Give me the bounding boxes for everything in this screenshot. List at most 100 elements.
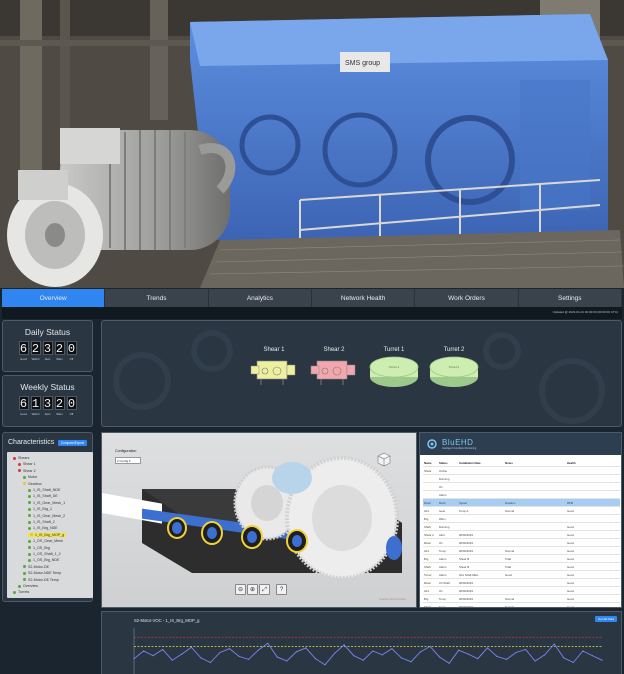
table-cell: Motor <box>439 500 447 505</box>
tree-node[interactable]: Shears <box>13 456 29 460</box>
tree-node[interactable]: Motor <box>23 475 37 479</box>
machine-turret-1[interactable]: Turret 1 Turret 1 <box>367 347 421 394</box>
status-dot-icon <box>13 456 16 460</box>
machine-shear-1[interactable]: Shear 1 <box>247 347 301 394</box>
table-row[interactable]: Shear Online <box>423 467 620 475</box>
data-point <box>419 651 422 653</box>
tree-node[interactable]: Shear 1 <box>18 462 36 466</box>
fit-view-icon[interactable]: ⤢ <box>259 584 270 595</box>
table-row[interactable]: Motor Ch Shaft 00/00/2022 Good <box>423 579 620 587</box>
status-dot-icon <box>13 590 16 594</box>
tree-node-label: 1_IS_Shaft_NDE <box>33 488 61 492</box>
table-row[interactable]: Shaft Running Good <box>423 523 620 531</box>
tab-settings[interactable]: Settings <box>519 289 622 307</box>
tab-trends[interactable]: Trends <box>105 289 209 307</box>
table-row[interactable]: Shaft Temp 00/00/2022 Normal Good <box>423 603 620 608</box>
weekly-status-labels: Good Watch Alert Warn Off <box>3 412 92 416</box>
tab-analytics[interactable]: Analytics <box>209 289 312 307</box>
zoom-in-icon[interactable]: ⊕ <box>247 584 258 595</box>
tree-node[interactable]: Gearbox <box>23 482 42 486</box>
tree-node[interactable]: 1_IS_Gear_Mesh_2 <box>28 514 65 518</box>
table-row[interactable]: Shaft Alarm Shear B Tidal Good <box>423 563 620 571</box>
table-cell: Turret <box>424 572 432 577</box>
data-point <box>276 656 278 658</box>
tree-node[interactable]: S2-Motor-DE Temp <box>23 578 59 582</box>
viewer-toolbar: ⊖ ⊕ ⤢? <box>235 584 287 595</box>
viewer-watermark: Gearbox Model Preview <box>379 598 406 601</box>
model-viewer[interactable]: Configuration 2 Config ▾ ⊖ ⊕ ⤢ ? Gearbox… <box>101 432 417 608</box>
tree-node[interactable]: Shear 2 <box>18 469 36 473</box>
tree-node[interactable]: 1_IS_Shaft_NDE <box>28 488 60 492</box>
status-dot-icon <box>28 514 31 518</box>
table-cell: Gbx <box>424 548 430 553</box>
tree-node[interactable]: 1_IS_Brg_NDE <box>28 526 58 530</box>
tab-work-orders[interactable]: Work Orders <box>415 289 519 307</box>
tree-node[interactable]: 1_IS_Gear_Mesh_1 <box>28 501 65 505</box>
status-dot-icon <box>23 482 26 486</box>
tree-node[interactable]: 1_OS_Gear_Mesh <box>28 539 63 543</box>
table-cell: On <box>439 588 443 593</box>
weekly-status-label: Good <box>20 412 27 416</box>
tree-node[interactable]: S2-Motor-NDE Temp <box>23 571 61 575</box>
table-row[interactable]: Gbx Temp 00/00/2022 Normal Good <box>423 547 620 555</box>
table-cell: Alarm <box>439 492 447 497</box>
machine-shear-2[interactable]: Shear 2 <box>307 347 361 394</box>
table-cell: Rotation <box>505 500 516 505</box>
status-dot-icon <box>23 565 26 569</box>
table-row[interactable]: Motor On 00/00/2022 Good <box>423 539 620 547</box>
tree-node[interactable]: 1_IS_Shaft_DE <box>28 494 58 498</box>
tree-node[interactable]: Turrets <box>13 590 29 594</box>
table-row[interactable]: Brg Warn <box>423 515 620 523</box>
table-row[interactable]: Turret Alarm Gbx Shaft Main Good Good <box>423 571 620 579</box>
data-point <box>477 658 479 660</box>
table-row[interactable]: Gbx Gear Temp A Normal Good <box>423 507 620 515</box>
data-point <box>362 659 364 661</box>
table-row[interactable]: Brg Alarm Shear B Tidal Good <box>423 555 620 563</box>
machine-turret-2[interactable]: Turret 2 Turret 2 <box>427 347 481 394</box>
table-row[interactable]: Brg Temp 00/00/2022 Normal Good <box>423 595 620 603</box>
tree-node[interactable]: 1_OS_Brg <box>28 546 50 550</box>
table-row[interactable]: Shear 2 Alert 00/00/2022 Good <box>423 531 620 539</box>
tree-node[interactable]: 1_OS_Shaft_1_2 <box>28 552 61 556</box>
table-row[interactable]: On <box>423 483 620 491</box>
tree-node[interactable]: 1_IS_Shaft_2 <box>28 520 55 524</box>
table-cell: Normal <box>505 604 515 608</box>
status-dot-icon <box>23 475 26 479</box>
table-cell: Shear 2 <box>424 532 434 537</box>
data-point <box>286 660 288 662</box>
weekly-status-digit: 2 <box>54 396 65 411</box>
table-cell: Good <box>567 540 574 545</box>
tree-node-label: 1_OS_Brg <box>33 545 50 550</box>
zoom-out-icon[interactable]: ⊖ <box>235 584 246 595</box>
tree-node[interactable]: Overview <box>18 584 38 588</box>
tree-node-label: 1_IS_Brg_NDE <box>33 526 58 531</box>
data-point <box>601 659 603 661</box>
table-row[interactable]: Running <box>423 475 620 483</box>
tab-network-health[interactable]: Network Health <box>312 289 416 307</box>
background-gears <box>113 330 605 424</box>
data-point <box>171 659 173 661</box>
table-cell: Notes <box>505 460 513 465</box>
table-row[interactable]: Motor Motor Speed Rotation RPM <box>423 499 620 507</box>
tree-node[interactable]: S2-Motor-DE <box>23 565 49 569</box>
table-cell: Temp <box>439 604 446 608</box>
data-point <box>448 662 450 664</box>
tree-node-label: 1_IS_Gear_Mesh_2 <box>33 513 66 518</box>
tree-node[interactable]: 1_IS_Brg_MOP_g <box>28 532 67 537</box>
table-row[interactable]: Alarm <box>423 491 620 499</box>
data-point <box>505 658 508 660</box>
weekly-status-label: Warn <box>56 412 63 416</box>
help-icon[interactable]: ? <box>276 584 287 595</box>
brand-logo-icon <box>427 439 437 449</box>
tree-node-label: Shears <box>18 456 30 460</box>
table-brand-bar: BluEHD Intelligent Condition Monitoring <box>420 433 621 455</box>
table-cell: Shaft <box>424 524 431 529</box>
table-cell: Gear <box>439 508 446 513</box>
tab-overview[interactable]: Overview <box>2 289 106 307</box>
table-row[interactable]: Gbx On 00/00/2022 Good <box>423 587 620 595</box>
data-point <box>372 650 374 652</box>
tree-node[interactable]: 1_IS_Brg_1 <box>28 507 52 511</box>
compare-export-button[interactable]: Compare/Export <box>57 439 87 446</box>
tree-node[interactable]: 1_OS_Brg_NDE <box>28 558 59 562</box>
table-cell: Good <box>567 524 574 529</box>
